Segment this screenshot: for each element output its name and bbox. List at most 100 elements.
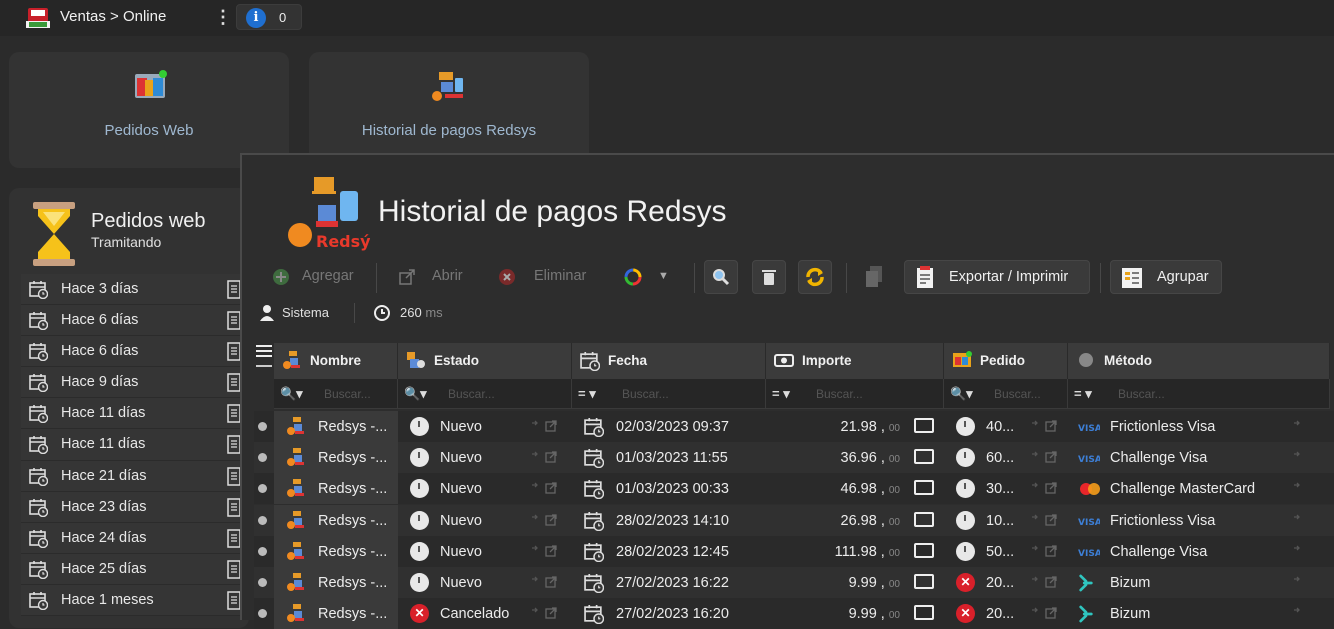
column-header-pedido[interactable]: Pedido: [944, 343, 1068, 379]
filter-search-input[interactable]: Buscar...: [816, 387, 863, 401]
filter-search-input[interactable]: Buscar...: [324, 387, 371, 401]
open-link-icon[interactable]: [1030, 575, 1058, 589]
row-indicator[interactable]: [258, 546, 267, 556]
notifications-button[interactable]: i 0: [236, 4, 302, 30]
cell-metodo[interactable]: VISA Frictionless Visa: [1068, 411, 1330, 442]
document-icon[interactable]: [227, 435, 241, 455]
table-row[interactable]: Redsys -... Nuevo 28/02/2023 12:45 111.98 ,…: [254, 535, 1334, 567]
column-filter-pedido[interactable]: 🔍▾ Buscar...: [944, 379, 1068, 409]
open-link-icon[interactable]: [1030, 450, 1058, 464]
open-link-icon[interactable]: [1292, 450, 1320, 464]
cell-metodo[interactable]: VISA Challenge Visa: [1068, 536, 1330, 567]
cell-importe[interactable]: 21.98 , 00: [766, 411, 944, 442]
cell-estado[interactable]: Nuevo: [398, 442, 572, 473]
document-icon[interactable]: [227, 529, 241, 548]
open-link-icon[interactable]: [530, 450, 558, 464]
pending-order-item[interactable]: Hace 6 días: [21, 336, 249, 368]
more-menu-icon[interactable]: ⋮: [214, 8, 232, 26]
column-filter-fecha[interactable]: = ▾ Buscar...: [572, 379, 766, 409]
cell-nombre[interactable]: Redsys -...: [274, 535, 398, 567]
row-indicator[interactable]: [258, 422, 267, 431]
cell-pedido[interactable]: 50...: [944, 536, 1068, 567]
open-link-icon[interactable]: [1030, 481, 1058, 495]
pending-order-item[interactable]: Hace 11 días: [21, 398, 249, 430]
cell-pedido[interactable]: 60...: [944, 442, 1068, 473]
table-row[interactable]: Redsys -... Nuevo 27/02/2023 16:22 9.99 , 0…: [254, 567, 1334, 598]
cell-pedido[interactable]: 10...: [944, 505, 1068, 536]
open-link-icon[interactable]: [530, 575, 558, 589]
cell-metodo[interactable]: VISA Challenge Visa: [1068, 442, 1330, 473]
pending-order-item[interactable]: Hace 1 meses: [21, 584, 249, 617]
document-icon[interactable]: [227, 466, 241, 486]
cell-fecha[interactable]: 01/03/2023 11:55: [572, 442, 766, 473]
filter-operator-dropdown[interactable]: = ▾: [578, 386, 596, 402]
open-link-icon[interactable]: [530, 419, 558, 433]
add-button[interactable]: Agregar: [266, 260, 364, 294]
open-link-icon[interactable]: [1292, 575, 1320, 589]
trash-button[interactable]: [752, 260, 786, 294]
document-icon[interactable]: [227, 342, 241, 361]
document-icon[interactable]: [227, 560, 241, 579]
column-header-importe[interactable]: Importe: [766, 343, 944, 379]
open-link-icon[interactable]: [530, 513, 558, 527]
table-row[interactable]: Redsys -... Nuevo 28/02/2023 14:10 26.98 , …: [254, 504, 1334, 536]
filter-operator-dropdown[interactable]: 🔍▾: [280, 386, 303, 402]
pending-order-item[interactable]: Hace 6 días: [21, 305, 249, 337]
cell-fecha[interactable]: 28/02/2023 12:45: [572, 536, 766, 567]
document-icon[interactable]: [227, 373, 241, 393]
tile-historial-redsys[interactable]: Historial de pagos Redsys: [309, 52, 589, 168]
cell-metodo[interactable]: VISA Frictionless Visa: [1068, 505, 1330, 536]
cell-importe[interactable]: 36.96 , 00: [766, 442, 944, 473]
cell-estado[interactable]: Nuevo: [398, 567, 572, 598]
filter-search-input[interactable]: Buscar...: [994, 387, 1041, 401]
cell-nombre[interactable]: Redsys -...: [274, 411, 398, 442]
row-indicator[interactable]: [258, 515, 267, 525]
tile-pedidos-web[interactable]: Pedidos Web: [9, 52, 289, 168]
breadcrumb[interactable]: Ventas > Online: [60, 8, 166, 25]
cell-metodo[interactable]: Challenge MasterCard: [1068, 473, 1330, 504]
open-link-icon[interactable]: [1292, 419, 1320, 433]
refresh-button[interactable]: [798, 260, 832, 294]
column-filter-metodo[interactable]: = ▾ Buscar...: [1068, 379, 1330, 409]
document-icon[interactable]: [227, 311, 241, 330]
copy-button[interactable]: [858, 260, 892, 294]
table-row[interactable]: Redsys -... Nuevo 01/03/2023 11:55 36.96 , …: [254, 442, 1334, 474]
open-link-icon[interactable]: [530, 606, 558, 620]
pending-order-item[interactable]: Hace 21 días: [21, 460, 249, 492]
table-row[interactable]: Redsys -... ✕ Cancelado 27/02/2023 16:20 9.9…: [254, 598, 1334, 629]
open-link-icon[interactable]: [1292, 544, 1320, 558]
open-link-icon[interactable]: [1030, 606, 1058, 620]
pending-order-item[interactable]: Hace 11 días: [21, 429, 249, 461]
open-link-icon[interactable]: [1292, 513, 1320, 527]
document-icon[interactable]: [227, 280, 241, 299]
group-button[interactable]: Agrupar: [1110, 260, 1222, 294]
cell-estado[interactable]: Nuevo: [398, 536, 572, 567]
cell-importe[interactable]: 9.99 , 00: [766, 567, 944, 598]
cell-importe[interactable]: 9.99 , 00: [766, 598, 944, 629]
cell-importe[interactable]: 46.98 , 00: [766, 473, 944, 504]
document-icon[interactable]: [227, 404, 241, 424]
grid-menu-icon[interactable]: [256, 345, 272, 377]
cell-fecha[interactable]: 27/02/2023 16:20: [572, 598, 766, 629]
cell-pedido[interactable]: 40...: [944, 411, 1068, 442]
color-filter-dropdown[interactable]: ▼: [614, 260, 674, 294]
open-link-icon[interactable]: [1292, 481, 1320, 495]
row-indicator[interactable]: [258, 484, 267, 494]
column-filter-importe[interactable]: = ▾ Buscar...: [766, 379, 944, 409]
cell-fecha[interactable]: 27/02/2023 16:22: [572, 567, 766, 598]
column-header-metodo[interactable]: Método: [1068, 343, 1330, 379]
cell-nombre[interactable]: Redsys -...: [274, 598, 398, 629]
document-icon[interactable]: [227, 497, 241, 517]
open-link-icon[interactable]: [530, 481, 558, 495]
column-filter-nombre[interactable]: 🔍▾ Buscar...: [274, 379, 398, 409]
cell-pedido[interactable]: ✕ 20...: [944, 567, 1068, 598]
table-row[interactable]: Redsys -... Nuevo 02/03/2023 09:37 21.98 , …: [254, 411, 1334, 442]
column-header-fecha[interactable]: Fecha: [572, 343, 766, 379]
filter-operator-dropdown[interactable]: 🔍▾: [404, 386, 427, 402]
open-button[interactable]: Abrir: [390, 260, 480, 294]
cell-fecha[interactable]: 02/03/2023 09:37: [572, 411, 766, 442]
column-header-nombre[interactable]: Nombre: [274, 343, 398, 379]
filter-search-input[interactable]: Buscar...: [1118, 387, 1165, 401]
filter-operator-dropdown[interactable]: 🔍▾: [950, 386, 973, 402]
cell-nombre[interactable]: Redsys -...: [274, 473, 398, 505]
